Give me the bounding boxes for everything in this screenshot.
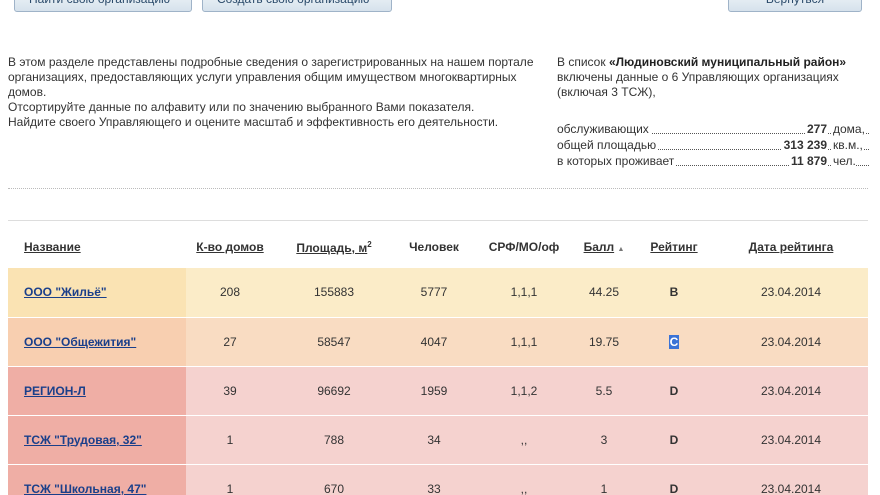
stat-people: в которых проживает 11 879 чел. xyxy=(557,154,869,170)
intro-paragraph: Отсортируйте данные по алфавиту или по з… xyxy=(8,100,475,114)
divider xyxy=(8,188,868,189)
houses-cell: 39 xyxy=(186,366,274,416)
srf-cell: 1,1,1 xyxy=(474,268,574,318)
org-name-cell: ТСЖ "Школьная, 47" xyxy=(8,464,186,495)
selected-text: C xyxy=(668,334,680,349)
table-header: Название К-во домов Площадь, м2 Человек … xyxy=(8,226,868,268)
people-cell: 4047 xyxy=(394,317,474,367)
houses-cell: 1 xyxy=(186,415,274,465)
intro-text: В этом разделе представлены подробные св… xyxy=(8,55,538,130)
sort-by-houses[interactable]: К-во домов xyxy=(186,226,274,268)
stat-unit: чел. xyxy=(831,154,856,169)
sort-by-name[interactable]: Название xyxy=(8,226,186,268)
stat-unit: кв.м., xyxy=(831,138,863,153)
score-cell: 3 xyxy=(574,415,634,465)
rating-cell: C xyxy=(634,317,714,367)
date-cell: 23.04.2014 xyxy=(714,415,868,465)
region-name: «Людиновский муниципальный район» xyxy=(608,55,847,69)
stat-houses: обслуживающих 277 дома, xyxy=(557,122,869,138)
table-row: ТСЖ "Трудовая, 32" 1 788 34 ,, 3 D 23.04… xyxy=(8,415,868,465)
date-cell: 23.04.2014 xyxy=(714,268,868,318)
sort-by-rating[interactable]: Рейтинг xyxy=(634,226,714,268)
back-button[interactable]: Вернуться xyxy=(728,0,862,12)
stat-unit: дома, xyxy=(831,122,865,137)
stats-text: Управляющих организациях xyxy=(681,70,839,84)
table-row: ООО "Жильё" 208 155883 5777 1,1,1 44.25 … xyxy=(8,268,868,318)
table-row: ООО "Общежития" 27 58547 4047 1,1,1 19.7… xyxy=(8,317,868,367)
stat-label: обслуживающих xyxy=(557,122,651,137)
table-row: РЕГИОН-Л 39 96692 1959 1,1,2 5.5 D 23.04… xyxy=(8,366,868,416)
sort-by-date[interactable]: Дата рейтинга xyxy=(714,226,868,268)
houses-cell: 1 xyxy=(186,464,274,495)
stat-label: общей площадью xyxy=(557,138,659,153)
org-link[interactable]: РЕГИОН-Л xyxy=(24,384,86,398)
area-cell: 155883 xyxy=(274,268,394,318)
srf-cell: ,, xyxy=(474,415,574,465)
date-cell: 23.04.2014 xyxy=(714,317,868,367)
score-cell: 1 xyxy=(574,464,634,495)
people-cell: 33 xyxy=(394,464,474,495)
houses-cell: 27 xyxy=(186,317,274,367)
stats-tsj-line: (включая 3 ТСЖ), xyxy=(557,85,656,99)
stats-count-line: включены данные о 6 Управляющих организа… xyxy=(557,70,869,85)
score-cell: 19.75 xyxy=(574,317,634,367)
area-cell: 788 xyxy=(274,415,394,465)
people-cell: 5777 xyxy=(394,268,474,318)
create-organization-button[interactable]: Создать свою организацию xyxy=(202,0,392,12)
houses-cell: 208 xyxy=(186,268,274,318)
find-organization-button[interactable]: Найти свою организацию xyxy=(14,0,192,12)
stat-area: общей площадью 313 239 кв.м., xyxy=(557,138,869,154)
sort-by-area[interactable]: Площадь, м2 xyxy=(274,226,394,268)
header-people: Человек xyxy=(409,240,459,254)
rating-cell: D xyxy=(634,366,714,416)
area-cell: 58547 xyxy=(274,317,394,367)
table-row: ТСЖ "Школьная, 47" 1 670 33 ,, 1 D 23.04… xyxy=(8,464,868,495)
stat-value: 277 xyxy=(804,122,827,137)
toolbar: Найти свою организацию Создать свою орга… xyxy=(0,0,880,14)
org-link[interactable]: ООО "Жильё" xyxy=(24,285,107,299)
header-srf: СРФ/МО/оф xyxy=(488,240,560,254)
region-stats: В список «Людиновский муниципальный райо… xyxy=(557,55,869,170)
date-cell: 23.04.2014 xyxy=(714,366,868,416)
org-name-cell: ТСЖ "Трудовая, 32" xyxy=(8,415,186,465)
org-link[interactable]: ООО "Общежития" xyxy=(24,335,136,349)
intro-paragraph: Найдите своего Управляющего и оцените ма… xyxy=(8,115,499,129)
stats-lead: В список xyxy=(557,55,606,69)
srf-cell: 1,1,2 xyxy=(474,366,574,416)
rating-cell: B xyxy=(634,268,714,318)
srf-cell: 1,1,1 xyxy=(474,317,574,367)
area-cell: 670 xyxy=(274,464,394,495)
stat-label: в которых проживает xyxy=(557,154,677,169)
org-name-cell: РЕГИОН-Л xyxy=(8,366,186,416)
stats-heading: В список «Людиновский муниципальный райо… xyxy=(557,55,869,70)
stats-text: включены данные о xyxy=(557,70,669,84)
people-cell: 34 xyxy=(394,415,474,465)
area-cell: 96692 xyxy=(274,366,394,416)
score-cell: 5.5 xyxy=(574,366,634,416)
people-cell: 1959 xyxy=(394,366,474,416)
rating-cell: D xyxy=(634,415,714,465)
divider xyxy=(8,220,868,221)
org-count: 6 xyxy=(671,70,679,84)
rating-cell: D xyxy=(634,464,714,495)
org-name-cell: ООО "Общежития" xyxy=(8,317,186,367)
org-link[interactable]: ТСЖ "Школьная, 47" xyxy=(24,482,146,495)
org-link[interactable]: ТСЖ "Трудовая, 32" xyxy=(24,433,142,447)
intro-paragraph: В этом разделе представлены подробные св… xyxy=(8,55,534,99)
date-cell: 23.04.2014 xyxy=(714,464,868,495)
stat-value: 313 239 xyxy=(781,138,827,153)
srf-cell: ,, xyxy=(474,464,574,495)
org-name-cell: ООО "Жильё" xyxy=(8,268,186,318)
organizations-table: Название К-во домов Площадь, м2 Человек … xyxy=(8,226,868,495)
sort-by-score[interactable]: Балл ▲ xyxy=(574,226,634,268)
sort-asc-icon: ▲ xyxy=(617,246,625,253)
score-cell: 44.25 xyxy=(574,268,634,318)
stat-value: 11 879 xyxy=(788,154,827,169)
